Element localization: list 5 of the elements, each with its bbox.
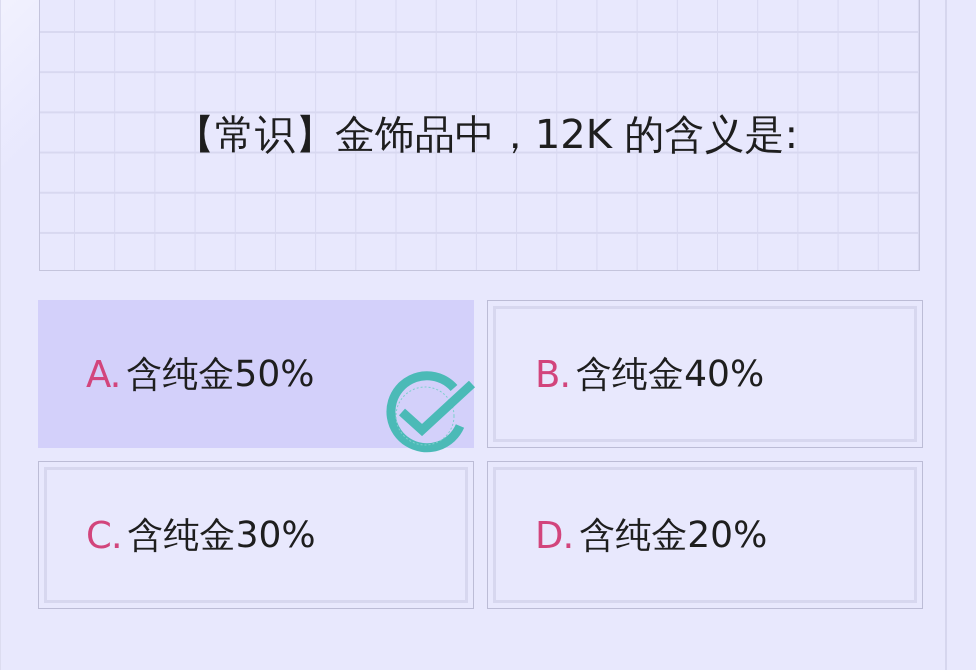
question-text: 【常识】金饰品中，12K 的含义是: xyxy=(174,111,798,159)
answer-option[interactable]: A. 含纯金50% xyxy=(38,300,474,448)
answer-option[interactable]: D. 含纯金20% xyxy=(487,461,923,609)
answer-option[interactable]: C. 含纯金30% xyxy=(38,461,474,609)
answer-option[interactable]: B. 含纯金40% xyxy=(487,300,923,448)
